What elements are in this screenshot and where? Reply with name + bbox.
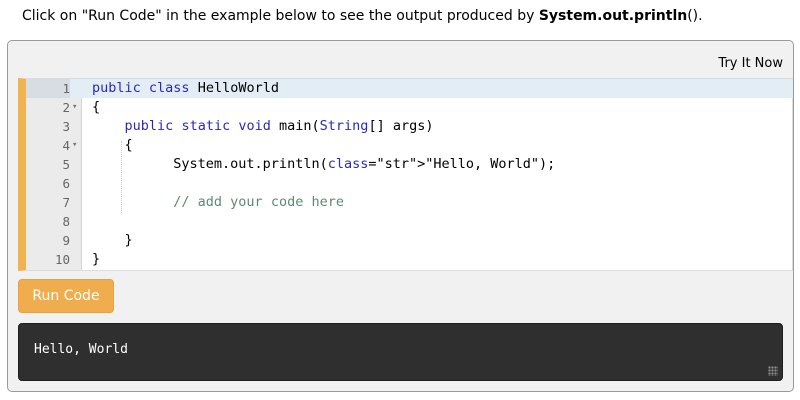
code-text: }	[92, 232, 133, 248]
intro-text: Click on "Run Code" in the example below…	[22, 7, 703, 25]
line-number: 8	[62, 214, 70, 229]
code-line[interactable]: 1 public class HelloWorld	[26, 79, 793, 98]
fold-arrow-icon[interactable]: ▾	[72, 136, 77, 155]
code-text: {	[92, 99, 101, 115]
fold-arrow-icon[interactable]: ▾	[72, 98, 77, 117]
output-console: Hello, World	[18, 323, 783, 381]
output-text: Hello, World	[34, 342, 128, 357]
code-example-panel: Try It Now 1 public class HelloWorld 2 ▾{3 …	[7, 40, 794, 392]
code-text: public static void main(String[] args)	[124, 118, 434, 134]
line-number: 4	[62, 138, 70, 153]
code-text: // add your code here	[173, 194, 344, 210]
line-number: 10	[54, 252, 70, 267]
resize-handle-icon[interactable]	[768, 366, 778, 376]
line-number: 3	[62, 119, 70, 134]
run-code-button[interactable]: Run Code	[18, 279, 114, 313]
line-number: 2	[62, 100, 70, 115]
try-it-now-link[interactable]: Try It Now	[718, 56, 783, 71]
line-number: 7	[62, 195, 70, 210]
line-number: 9	[62, 233, 70, 248]
code-text: public class HelloWorld	[92, 80, 279, 96]
line-number: 1	[26, 79, 70, 98]
intro-method-name: System.out.println	[538, 8, 688, 24]
intro-text-after: ().	[687, 8, 703, 24]
code-text: {	[92, 137, 133, 153]
line-number: 5	[62, 157, 70, 172]
code-text: }	[92, 251, 101, 267]
code-text: System.out.println(class="str">"Hello, W…	[92, 156, 556, 172]
intro-text-before: Click on "Run Code" in the example below…	[22, 8, 539, 24]
code-editor[interactable]: 1 public class HelloWorld 2 ▾{3 public stat…	[18, 78, 793, 271]
line-number: 6	[62, 176, 70, 191]
